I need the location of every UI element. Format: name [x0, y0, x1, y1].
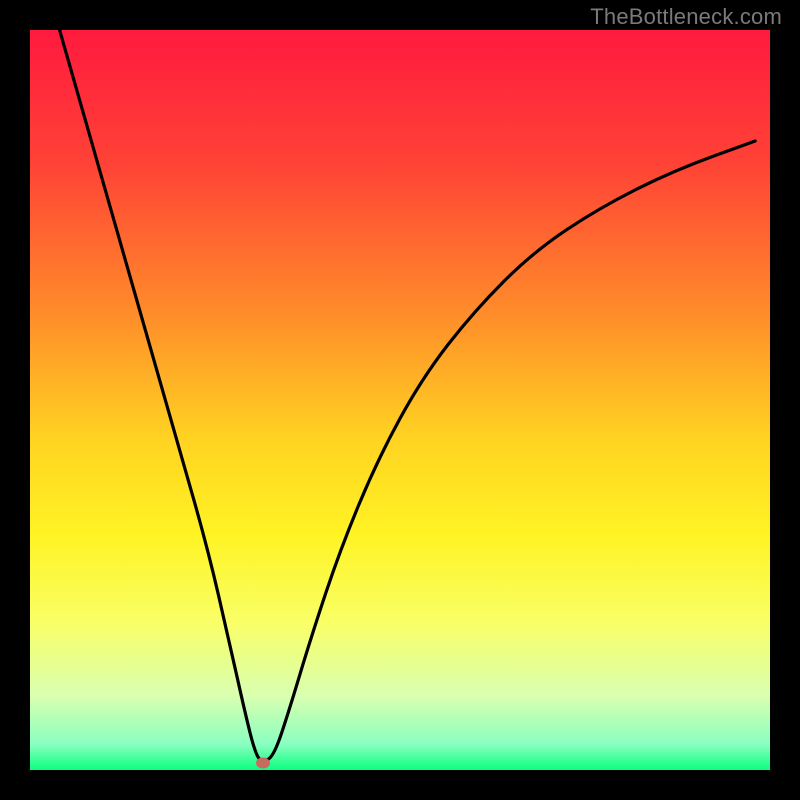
watermark-text: TheBottleneck.com	[590, 4, 782, 30]
plot-area	[30, 30, 770, 770]
chart-outer-frame: TheBottleneck.com	[0, 0, 800, 800]
bottleneck-curve	[30, 30, 770, 770]
minimum-marker	[256, 757, 270, 768]
